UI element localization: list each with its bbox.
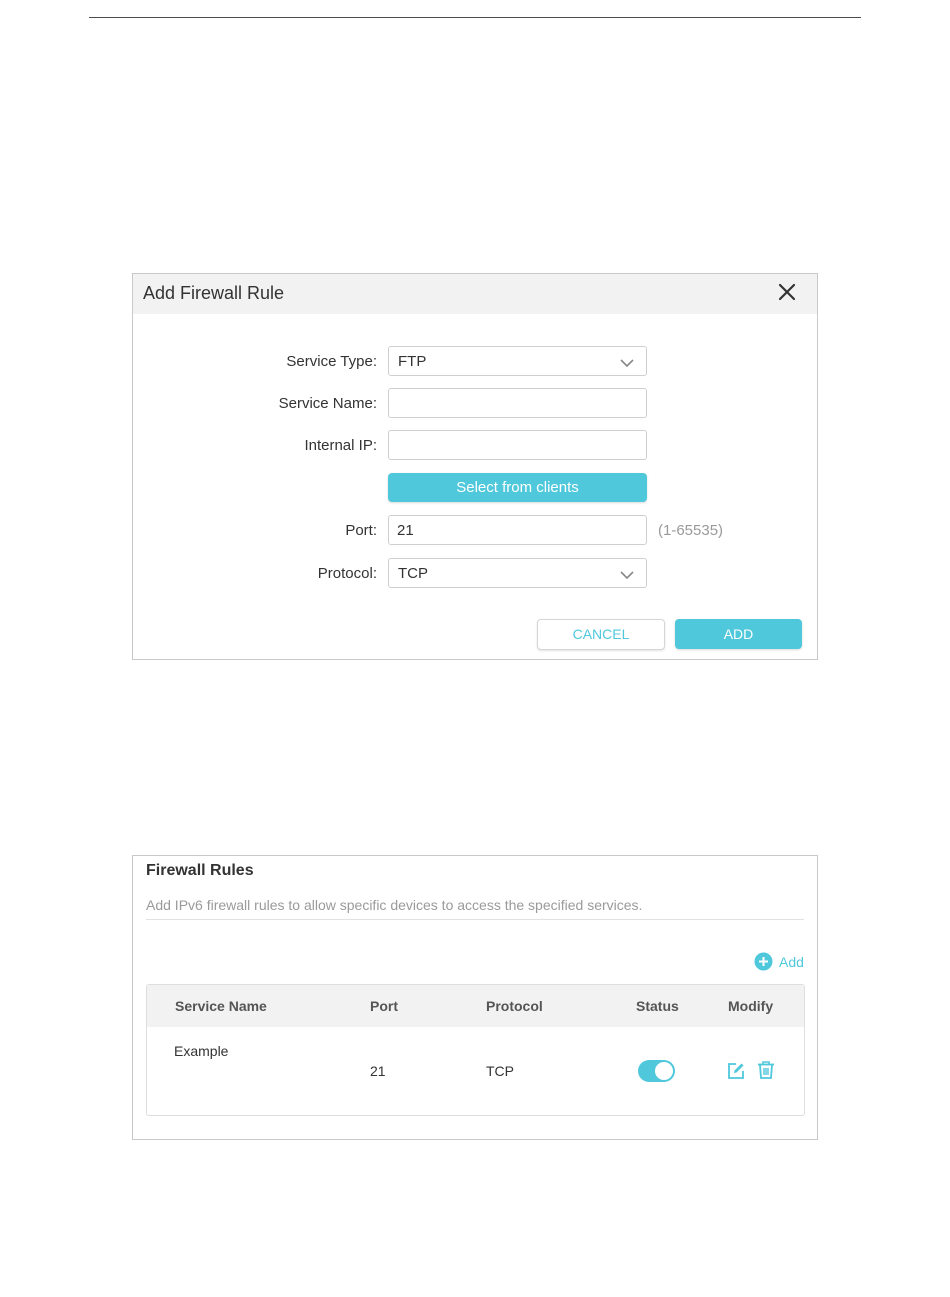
internal-ip-field-box	[388, 430, 647, 460]
trash-icon[interactable]	[756, 1060, 776, 1080]
dialog-header: Add Firewall Rule	[133, 274, 817, 314]
row-service-name: Example	[174, 1043, 229, 1059]
add-button[interactable]: ADD	[675, 619, 802, 649]
service-type-value: FTP	[398, 353, 427, 370]
firewall-rules-table: Service Name Port Protocol Status Modify…	[146, 984, 805, 1116]
column-header-modify: Modify	[728, 998, 774, 1014]
internal-ip-label: Internal IP:	[304, 437, 377, 454]
port-range-hint: (1-65535)	[658, 522, 724, 539]
protocol-select[interactable]: TCP	[388, 558, 647, 588]
port-label: Port:	[345, 522, 377, 539]
firewall-rules-panel: Firewall Rules Add IPv6 firewall rules t…	[132, 855, 818, 1140]
protocol-row: Protocol: TCP	[133, 558, 817, 588]
select-from-clients-button[interactable]: Select from clients	[388, 473, 647, 502]
column-header-service-name: Service Name	[175, 998, 267, 1014]
cancel-button[interactable]: CANCEL	[537, 619, 665, 650]
plus-circle-icon	[754, 952, 773, 971]
internal-ip-input[interactable]	[397, 432, 637, 458]
port-input[interactable]	[397, 517, 637, 543]
close-icon[interactable]	[777, 282, 797, 302]
column-header-port: Port	[370, 998, 398, 1014]
service-type-select[interactable]: FTP	[388, 346, 647, 376]
select-clients-row: Select from clients	[133, 473, 817, 503]
port-row: Port: (1-65535)	[133, 515, 817, 545]
table-header: Service Name Port Protocol Status Modify	[147, 985, 804, 1027]
service-type-label: Service Type:	[286, 353, 377, 370]
status-toggle-knob	[655, 1062, 673, 1080]
column-header-status: Status	[636, 998, 679, 1014]
panel-description: Add IPv6 firewall rules to allow specifi…	[146, 897, 643, 913]
protocol-value: TCP	[398, 565, 428, 582]
column-header-protocol: Protocol	[486, 998, 543, 1014]
service-name-field-box	[388, 388, 647, 418]
internal-ip-row: Internal IP:	[133, 430, 817, 460]
add-firewall-rule-dialog: Add Firewall Rule Service Type: FTP Serv…	[132, 273, 818, 660]
edit-icon[interactable]	[726, 1061, 746, 1081]
service-name-label: Service Name:	[278, 395, 377, 412]
service-name-row: Service Name:	[133, 388, 817, 418]
page-top-rule	[89, 17, 861, 18]
port-field-box	[388, 515, 647, 545]
panel-divider	[146, 919, 804, 920]
panel-title: Firewall Rules	[146, 862, 254, 879]
chevron-down-icon	[620, 355, 634, 368]
status-toggle[interactable]	[638, 1060, 675, 1082]
service-name-input[interactable]	[397, 390, 637, 416]
row-protocol: TCP	[486, 1063, 514, 1079]
chevron-down-icon	[620, 567, 634, 580]
dialog-title: Add Firewall Rule	[143, 283, 285, 303]
row-port: 21	[370, 1063, 386, 1079]
service-type-row: Service Type: FTP	[133, 346, 817, 376]
protocol-label: Protocol:	[317, 565, 377, 582]
add-rule-label: Add	[779, 954, 804, 970]
